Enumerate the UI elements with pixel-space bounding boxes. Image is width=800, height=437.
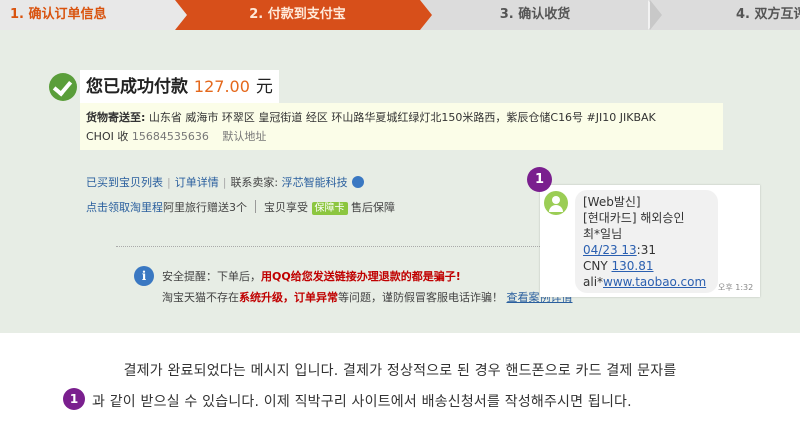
sms-merchant-url[interactable]: www.taobao.com bbox=[603, 275, 706, 289]
progress-steps: 1. 确认订单信息 2. 付款到支付宝 3. 确认收货 4. 双方互评 bbox=[0, 0, 800, 30]
notice-comma: ， bbox=[283, 291, 294, 304]
step-arrow bbox=[420, 0, 432, 30]
step-confirm-order: 1. 确认订单信息 bbox=[0, 0, 175, 30]
address-line2: CHOI 收 bbox=[86, 130, 129, 143]
notice-order-abnormal: 订单异常 bbox=[294, 291, 338, 304]
sms-bubble: [Web발신] [현대카드] 해외승인 최*일님 04/23 13:31 CNY… bbox=[575, 190, 718, 293]
sms-line: 최*일님 bbox=[583, 227, 623, 241]
paid-amount: 127.00 bbox=[193, 77, 250, 96]
sms-time-rest: :31 bbox=[636, 243, 656, 257]
sms-message-card: [Web발신] [현대카드] 해외승인 최*일님 04/23 13:31 CNY… bbox=[540, 185, 760, 297]
taoli-link[interactable]: 点击领取淘里程 bbox=[86, 201, 163, 214]
checkmark-icon bbox=[49, 73, 77, 101]
notice-exclaim: ! bbox=[455, 270, 461, 283]
sms-line: [현대카드] 해외승인 bbox=[583, 211, 685, 225]
sms-amount-line: CNY 130.81 bbox=[583, 258, 718, 274]
step-arrow bbox=[175, 0, 187, 30]
taoli-gift-text: 阿里旅行赠送3个 bbox=[163, 201, 247, 214]
payment-success-message: 您已成功付款 127.00 元 bbox=[80, 70, 279, 103]
sms-merchant-line: ali*www.taobao.com bbox=[583, 274, 718, 290]
info-icon: i bbox=[134, 266, 154, 286]
address-line1: 山东省 威海市 环翠区 皇冠街道 经区 环山路华夏城红绿灯北150米路西，紫辰仓… bbox=[148, 111, 656, 124]
caption-line2: 과 같이 받으실 수 있습니다. 이제 직박구리 사이트에서 배송신청서를 작성… bbox=[92, 394, 632, 410]
sms-timestamp: 오후 1:32 bbox=[718, 283, 754, 292]
separator: | bbox=[167, 176, 171, 189]
separator: | bbox=[222, 176, 227, 189]
address-phone: 15684535636 bbox=[131, 130, 209, 143]
baobei-text: 宝贝享受 bbox=[264, 201, 308, 214]
sms-amount[interactable]: 130.81 bbox=[612, 259, 654, 273]
shipping-address: 货物寄送至: 山东省 威海市 环翠区 皇冠街道 经区 环山路华夏城红绿灯北150… bbox=[80, 103, 723, 150]
notice-line2-prefix: 淘宝天猫不存在 bbox=[162, 291, 239, 304]
security-notice-line1: 安全提醒：下单后，用QQ给您发送链接办理退款的都是骗子! bbox=[162, 268, 461, 284]
step-pay-alipay: 2. 付款到支付宝 bbox=[175, 0, 420, 30]
after-sale-text: 售后保障 bbox=[351, 201, 395, 214]
sms-currency: CNY bbox=[583, 259, 608, 273]
divider-bar bbox=[255, 200, 256, 213]
guarantee-card-badge: 保障卡 bbox=[311, 202, 348, 215]
contact-seller-label: 联系卖家: bbox=[230, 176, 279, 189]
currency-unit: 元 bbox=[255, 77, 273, 97]
caption-line1: 결제가 완료되었다는 메시지 입니다. 결제가 정상적으로 된 경우 핸드폰으로… bbox=[123, 363, 677, 379]
step-confirm-receipt: 3. 确认收货 bbox=[420, 0, 650, 30]
notice-warning: 用QQ给您发送链接办理退款的都是骗子 bbox=[261, 270, 456, 283]
wangwang-chat-icon[interactable] bbox=[351, 176, 364, 188]
number-badge-1: 1 bbox=[527, 167, 552, 192]
sms-date[interactable]: 04/23 13 bbox=[583, 243, 637, 257]
step-arrow bbox=[650, 0, 662, 30]
address-label: 货物寄送至: bbox=[86, 111, 146, 124]
notice-line2-suffix: 等问题，谨防假冒客服电话诈骗！ bbox=[338, 291, 503, 304]
step-mutual-review: 4. 双方互评 bbox=[650, 0, 800, 30]
sms-date-line: 04/23 13:31 bbox=[583, 242, 718, 258]
security-notice-line2: 淘宝天猫不存在系统升级，订单异常等问题，谨防假冒客服电话诈骗！ 查看案例详情 bbox=[162, 289, 573, 305]
order-links: 已买到宝贝列表 | 订单详情 | 联系卖家: 浮芯智能科技 bbox=[86, 174, 364, 190]
success-text: 您已成功付款 bbox=[86, 77, 188, 97]
sms-line: [Web발신] bbox=[583, 195, 641, 209]
benefit-links: 点击领取淘里程阿里旅行赠送3个 宝贝享受 保障卡 售后保障 bbox=[86, 199, 395, 215]
notice-prefix: 安全提醒：下单后， bbox=[162, 270, 261, 283]
default-address-tag: 默认地址 bbox=[222, 130, 267, 143]
number-badge-1-inline: 1 bbox=[63, 388, 85, 410]
order-detail-link[interactable]: 订单详情 bbox=[175, 176, 219, 189]
bought-items-link[interactable]: 已买到宝贝列表 bbox=[86, 176, 163, 189]
sms-merchant-prefix: ali* bbox=[583, 275, 604, 289]
contact-avatar-icon bbox=[544, 191, 568, 215]
notice-system-upgrade: 系统升级 bbox=[239, 291, 283, 304]
payment-success-panel: 1. 确认订单信息 2. 付款到支付宝 3. 确认收货 4. 双方互评 您已成功… bbox=[0, 0, 800, 333]
seller-name-link[interactable]: 浮芯智能科技 bbox=[282, 176, 348, 189]
